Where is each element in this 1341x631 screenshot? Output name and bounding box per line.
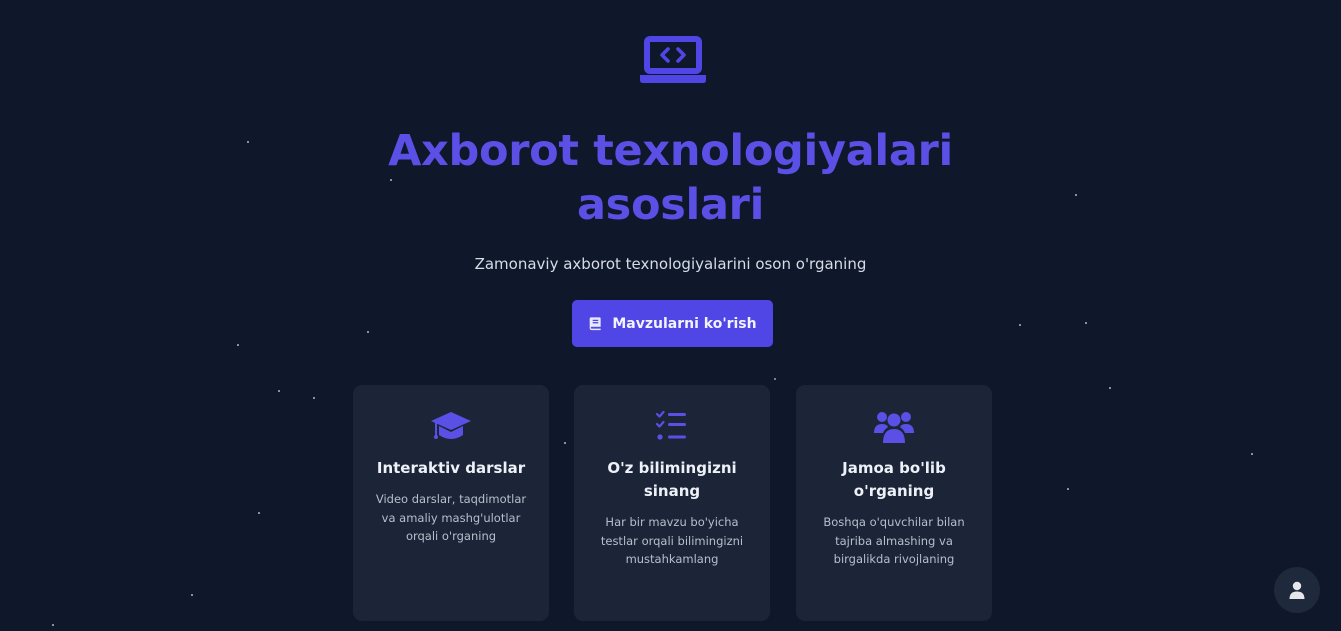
feature-description: Har bir mavzu bo'yicha testlar orqali bi… — [600, 515, 744, 566]
page-subtitle: Zamonaviy axborot texnologiyalarini oson… — [474, 255, 867, 273]
feature-card-group-learning: Jamoa bo'lib o'rganing Boshqa o'quvchila… — [796, 385, 992, 621]
checklist-icon — [655, 410, 686, 440]
users-icon — [874, 412, 914, 443]
page-title-line-2: asoslari — [576, 180, 765, 230]
view-topics-label: Mavzularni ko'rish — [612, 315, 757, 332]
page-title: Axborot texnologiyalari asoslari — [0, 124, 1341, 232]
feature-card-tests: O'z bilimingizni sinang Har bir mavzu bo… — [574, 385, 770, 621]
book-icon — [590, 317, 602, 331]
feature-description: Video darslar, taqdimotlar va amaliy mas… — [375, 492, 527, 543]
laptop-code-icon — [640, 36, 706, 83]
user-icon — [1289, 581, 1305, 599]
feature-description: Boshqa o'quvchilar bilan tajriba almashi… — [823, 515, 965, 566]
user-menu-button[interactable] — [1274, 567, 1320, 613]
feature-card-interactive-lessons: Interaktiv darslar Video darslar, taqdim… — [353, 385, 549, 621]
feature-title: Jamoa bo'lib o'rganing — [842, 459, 946, 500]
feature-title: O'z bilimingizni sinang — [607, 459, 737, 500]
landing-page: Axborot texnologiyalari asoslari Zamonav… — [0, 0, 1341, 631]
view-topics-button[interactable]: Mavzularni ko'rish — [572, 300, 773, 347]
feature-title: Interaktiv darslar — [376, 459, 526, 477]
graduation-cap-icon — [431, 412, 471, 439]
page-title-line-1: Axborot texnologiyalari — [388, 126, 953, 176]
